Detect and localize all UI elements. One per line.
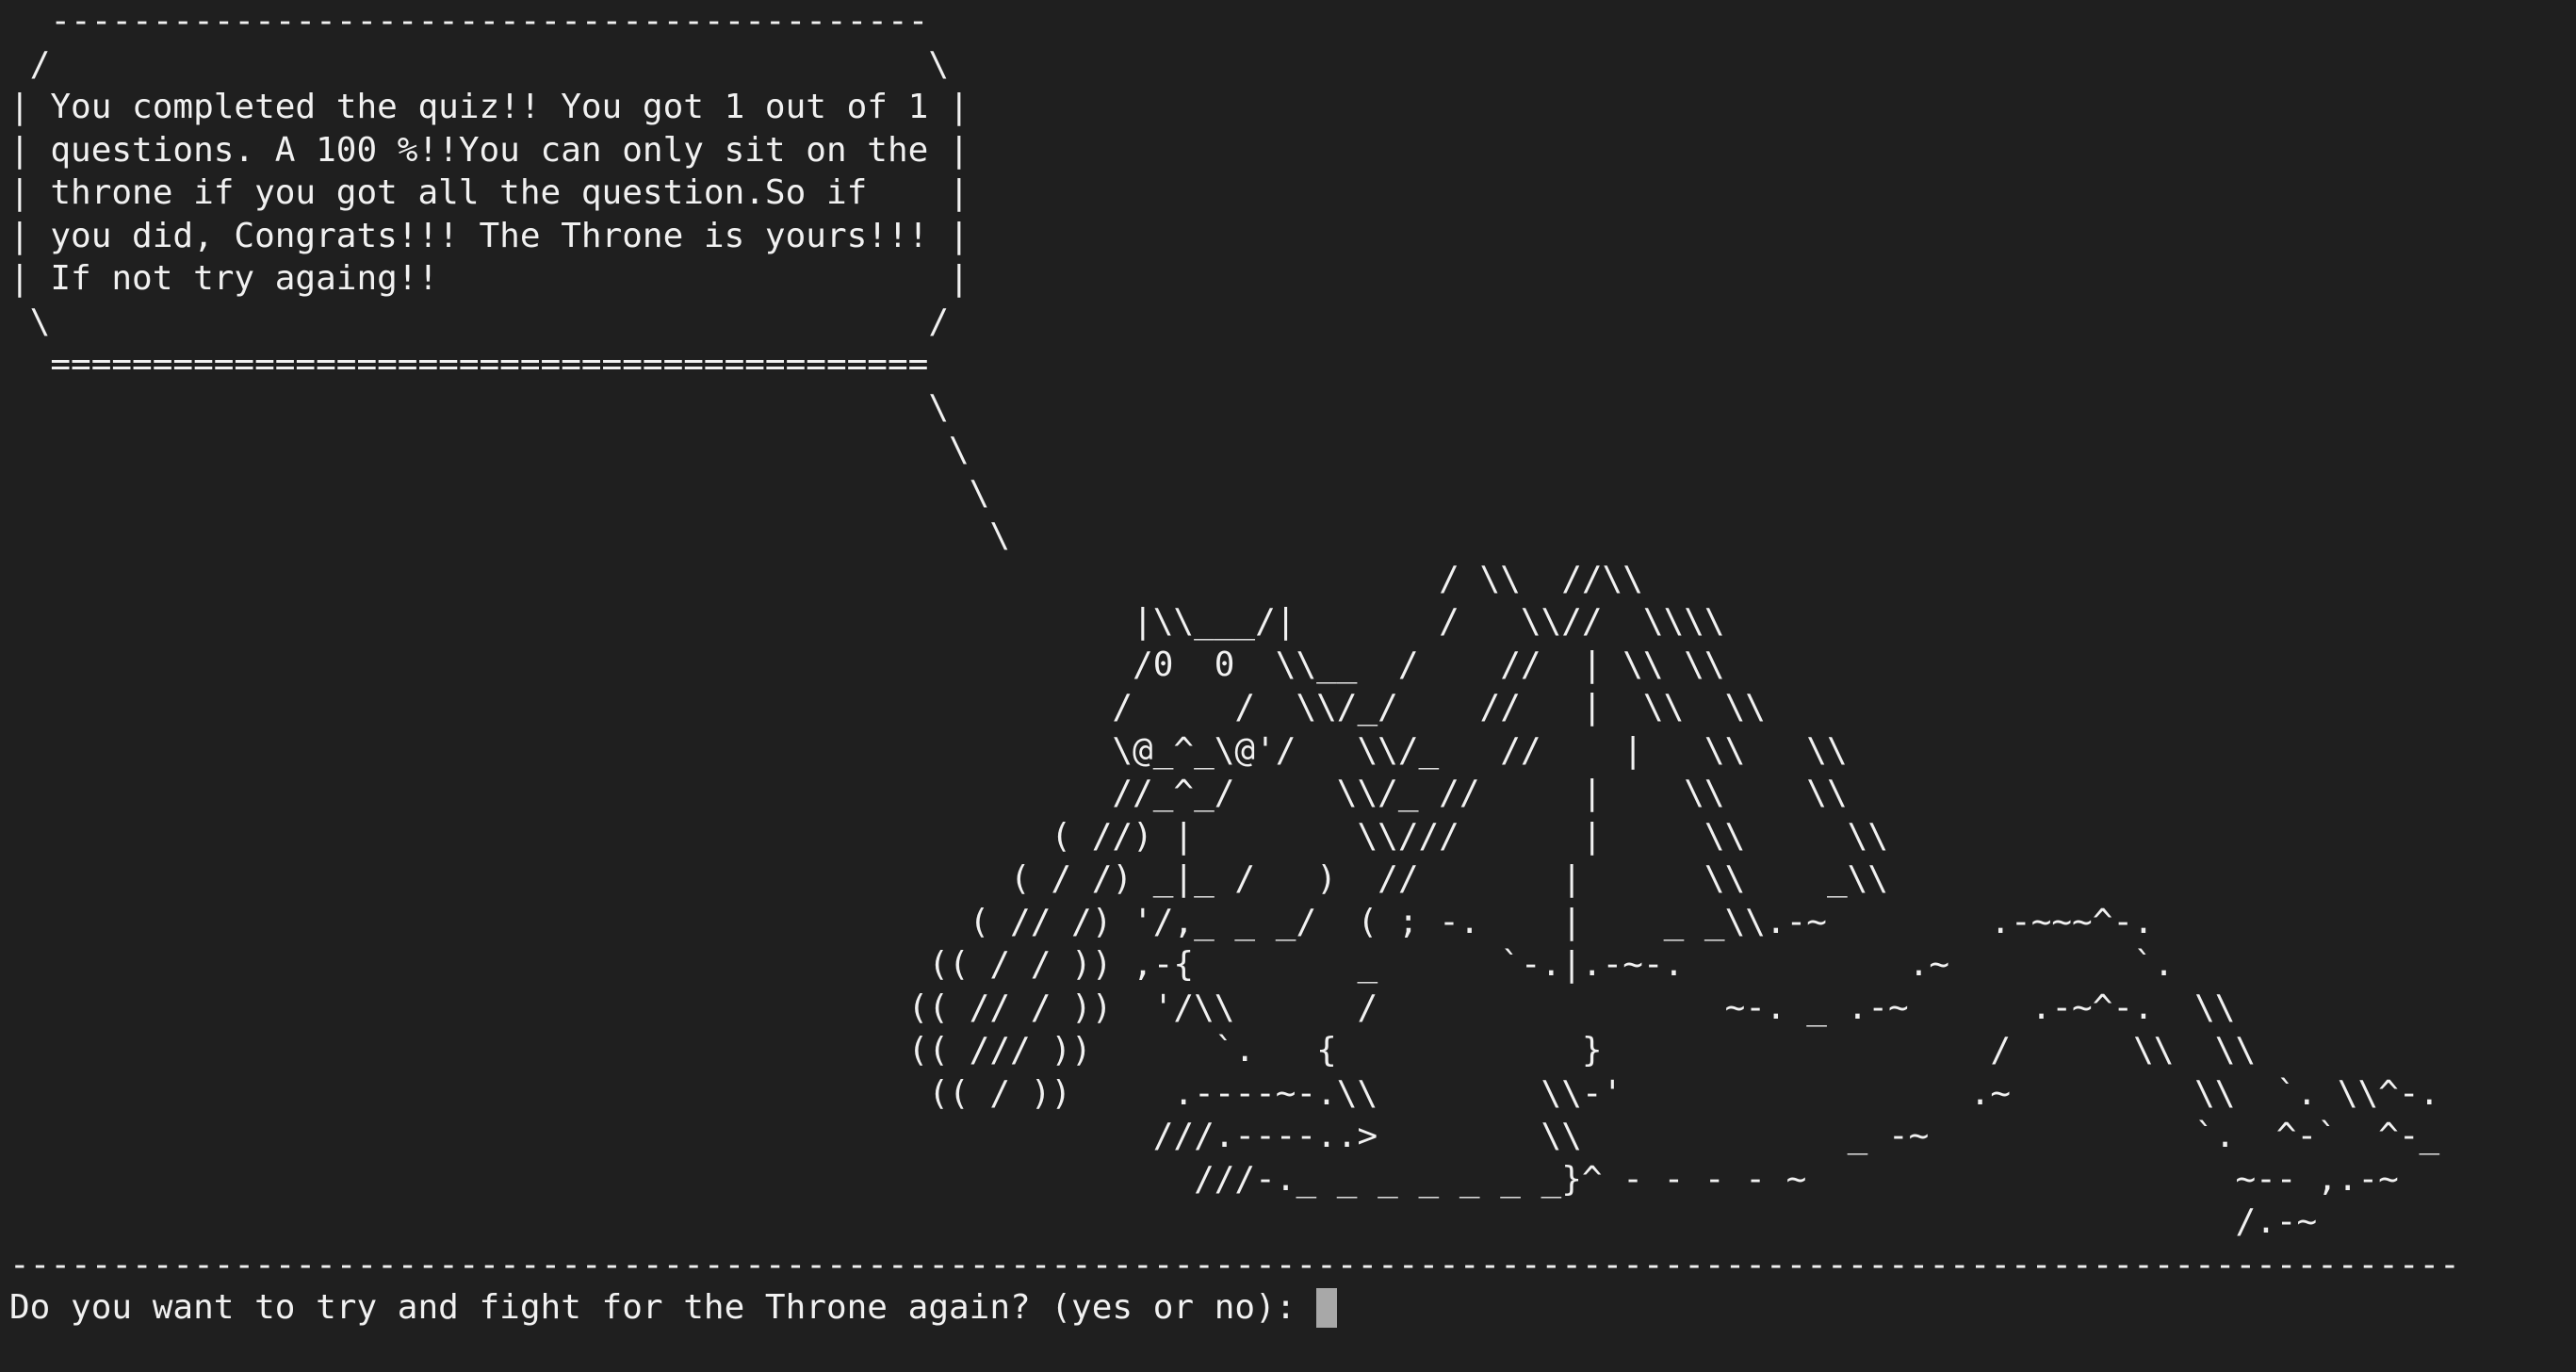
dragon-ascii-art: (( / )) .----~-.\\ \\-' .~ \\ `. \\^-. bbox=[9, 1073, 2440, 1113]
speech-bubble-top: ----------------------------------------… bbox=[9, 2, 949, 41]
dragon-ascii-art: (( /// )) `. { } / \\ \\ bbox=[9, 1031, 2257, 1070]
speech-bubble-tail: \ bbox=[9, 431, 970, 469]
dragon-ascii-art: \@_^_\@'/ \\/_ // | \\ \\ bbox=[9, 730, 1848, 770]
dragon-ascii-art: (( / / )) ,-{ _ `-.|.-~-. .~ `. bbox=[9, 945, 2175, 984]
speech-bubble-tail: \ bbox=[9, 473, 990, 513]
quiz-result-line: | you did, Congrats!!! The Throne is you… bbox=[9, 216, 970, 255]
quiz-result-line: | You completed the quiz!! You got 1 out… bbox=[9, 88, 970, 126]
speech-bubble-tail: \ bbox=[9, 516, 1011, 555]
dragon-ascii-art: ///.----..> \\ _ -~ `. ^-` ^-_ bbox=[9, 1117, 2440, 1155]
speech-bubble-bottom: ========================================… bbox=[9, 345, 949, 384]
input-prompt-text: Do you want to try and fight for the Thr… bbox=[9, 1288, 1317, 1327]
separator-line: ----------------------------------------… bbox=[9, 1245, 2460, 1284]
speech-bubble-border: / \ bbox=[9, 44, 949, 84]
quiz-result-line: | If not try againg!! | bbox=[9, 259, 970, 298]
dragon-ascii-art: /.-~ bbox=[9, 1202, 2318, 1241]
quiz-result-line: | throne if you got all the question.So … bbox=[9, 173, 970, 212]
dragon-ascii-art: (( // / )) '/\\ / ~-. _ .-~ .-~^-. \\ bbox=[9, 988, 2236, 1027]
text-cursor[interactable] bbox=[1316, 1287, 1338, 1328]
dragon-ascii-art: / / \\/_/ // | \\ \\ bbox=[9, 688, 1766, 727]
quiz-result-line: | questions. A 100 %!!You can only sit o… bbox=[9, 130, 970, 170]
dragon-ascii-art: ( //) | \\/// | \\ \\ bbox=[9, 816, 1888, 856]
dragon-ascii-art: ///-._ _ _ _ _ _ _}^ - - - - ~ ~-- ,.-~ bbox=[9, 1159, 2399, 1199]
dragon-ascii-art: |\\___/| / \\// \\\\ bbox=[9, 602, 1725, 641]
input-prompt-line[interactable]: Do you want to try and fight for the Thr… bbox=[9, 1286, 2460, 1330]
speech-bubble-border: \ / bbox=[9, 302, 949, 341]
terminal-output: ----------------------------------------… bbox=[9, 0, 2460, 1330]
dragon-ascii-art: /0 0 \\__ / // | \\ \\ bbox=[9, 645, 1725, 684]
dragon-ascii-art: ( // /) '/,_ _ _/ ( ; -. | _ _\\.-~ .-~~… bbox=[9, 902, 2154, 941]
dragon-ascii-art: / \\ //\\ bbox=[9, 559, 1643, 598]
speech-bubble-tail: \ bbox=[9, 387, 949, 427]
dragon-ascii-art: ( / /) _|_ / ) // | \\ _\\ bbox=[9, 859, 1888, 898]
dragon-ascii-art: //_^_/ \\/_ // | \\ \\ bbox=[9, 774, 1848, 812]
terminal-window[interactable]: ----------------------------------------… bbox=[0, 0, 2576, 1372]
